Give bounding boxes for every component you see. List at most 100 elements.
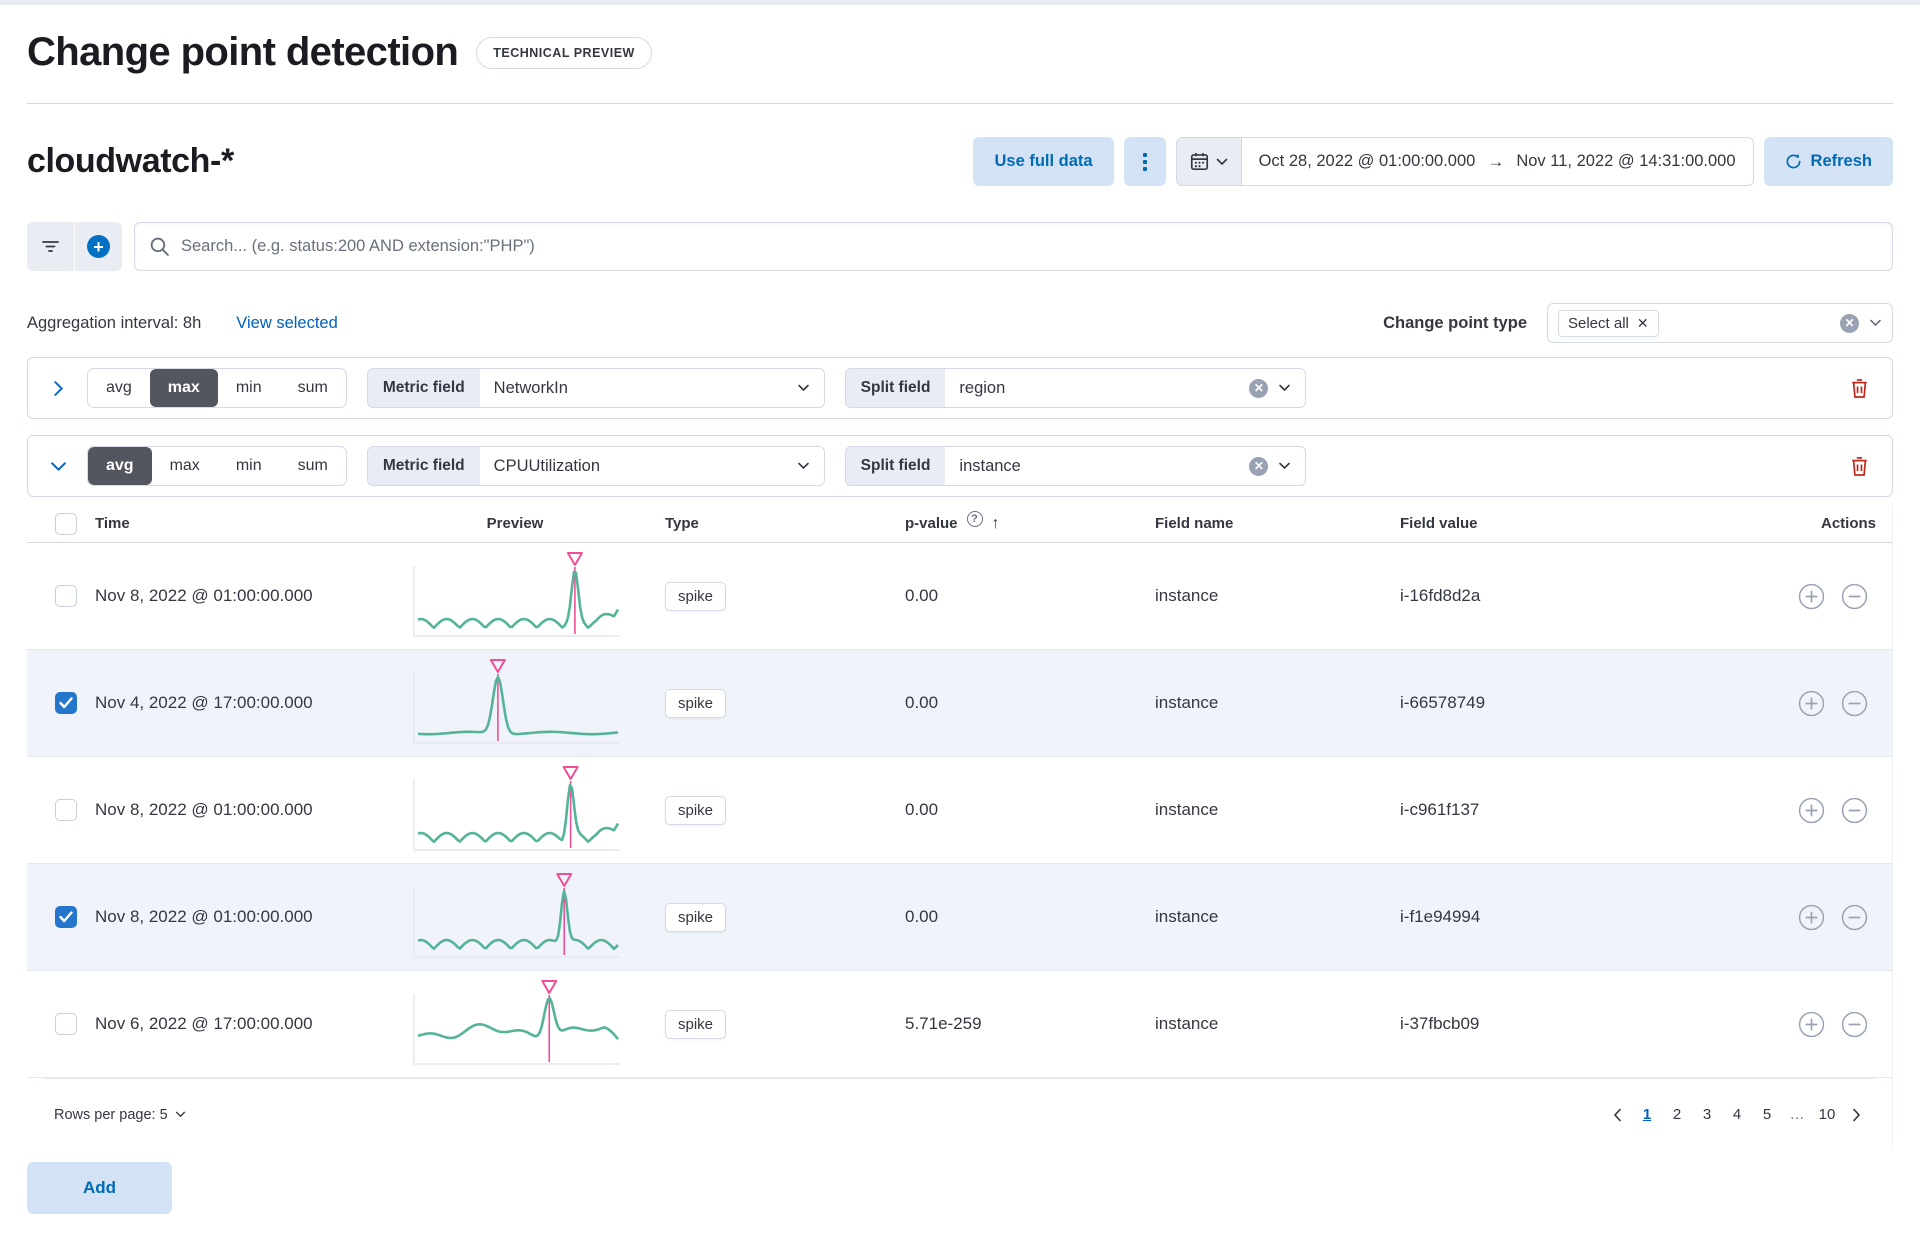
filter-out-value-button[interactable] [1841,690,1868,717]
search-input[interactable] [134,222,1893,271]
function-option-max[interactable]: max [149,369,218,407]
filter-for-value-button[interactable] [1798,1011,1825,1038]
page-button-1[interactable]: 1 [1632,1100,1662,1130]
add-metric-button[interactable]: Add [27,1162,172,1214]
row-checkbox[interactable] [55,799,77,821]
page-button-4[interactable]: 4 [1722,1100,1752,1130]
minus-in-circle-icon [1841,797,1868,823]
row-checkbox[interactable] [55,906,77,928]
minus-in-circle-icon [1841,583,1868,609]
column-header-field-value: Field value [1400,515,1478,532]
row-time: Nov 8, 2022 @ 01:00:00.000 [95,800,313,819]
change-point-marker-icon [566,551,583,566]
plus-in-circle-icon [1798,1011,1825,1037]
time-controls: Use full data Oct 28, 2022 @ 01:00:00.00… [973,137,1893,186]
chevron-down-icon [797,462,809,470]
chevron-down-icon[interactable] [1869,319,1882,327]
function-option-max[interactable]: max [152,447,218,485]
split-field-select[interactable]: instance ✕ [945,447,1305,485]
table-row: Nov 4, 2022 @ 17:00:00.000 spike 0.00 in… [27,650,1892,757]
split-field-control: Split field region ✕ [844,368,1307,408]
function-option-avg[interactable]: avg [88,447,152,485]
filter-for-value-button[interactable] [1798,797,1825,824]
plus-in-circle-icon [1798,583,1825,609]
chevron-down-icon [51,461,66,471]
column-header-p-value[interactable]: p-value? ↑ [905,510,1155,533]
row-field-name: instance [1155,800,1219,819]
add-filter-button[interactable]: + [75,222,122,271]
chevron-down-icon [1216,158,1227,165]
refresh-button[interactable]: Refresh [1763,137,1893,186]
filter-out-value-button[interactable] [1841,904,1868,931]
row-checkbox[interactable] [55,1013,77,1035]
filter-for-value-button[interactable] [1798,904,1825,931]
page-title: Change point detection [27,30,459,74]
filter-out-value-button[interactable] [1841,583,1868,610]
page-button-5[interactable]: 5 [1752,1100,1782,1130]
date-range-picker: Oct 28, 2022 @ 01:00:00.000 → Nov 11, 20… [1175,137,1754,186]
row-checkbox[interactable] [55,692,77,714]
chevron-right-icon [54,380,63,396]
page-button-2[interactable]: 2 [1662,1100,1692,1130]
minus-in-circle-icon [1841,1011,1868,1037]
column-header-time[interactable]: Time [95,515,365,532]
delete-panel-button[interactable] [1849,378,1870,399]
row-p-value: 0.00 [905,800,939,819]
metric-field-select[interactable]: NetworkIn [480,369,824,407]
change-point-marker-icon [541,979,558,994]
chevron-down-icon [797,384,809,392]
clear-split-field-icon[interactable]: ✕ [1249,378,1269,398]
filter-out-value-button[interactable] [1841,1011,1868,1038]
expand-panel-button[interactable] [50,380,67,397]
help-icon[interactable]: ? [966,510,983,527]
sampling-options-button[interactable] [1123,137,1166,186]
use-full-data-button[interactable]: Use full data [973,137,1114,186]
table-row: Nov 6, 2022 @ 17:00:00.000 spike 5.71e-2… [27,971,1892,1078]
clear-split-field-icon[interactable]: ✕ [1249,456,1269,476]
row-field-value: i-c961f137 [1400,800,1480,819]
table-row: Nov 8, 2022 @ 01:00:00.000 spike 0.00 in… [27,757,1892,864]
function-option-min[interactable]: min [218,447,280,485]
filter-for-value-button[interactable] [1798,690,1825,717]
delete-panel-button[interactable] [1849,456,1870,477]
function-option-avg[interactable]: avg [88,369,150,407]
check-icon [59,697,73,709]
column-header-preview: Preview [486,515,544,532]
view-selected-link[interactable]: View selected [236,314,338,333]
row-checkbox[interactable] [55,585,77,607]
row-preview-sparkline [408,550,622,643]
table-header-row: Time Preview Type p-value? ↑ Field name F… [27,505,1892,543]
remove-pill-icon[interactable]: ✕ [1637,315,1649,332]
function-option-sum[interactable]: sum [280,447,346,485]
function-option-min[interactable]: min [218,369,280,407]
chevron-down-icon [1279,384,1291,392]
previous-page-button[interactable] [1609,1108,1626,1122]
row-p-value: 5.71e-259 [905,1014,982,1033]
page-button-10[interactable]: 10 [1812,1100,1842,1130]
change-points-table: Time Preview Type p-value? ↑ Field name F… [27,505,1893,1150]
clear-selection-icon[interactable]: ✕ [1840,313,1859,333]
selected-type-pill[interactable]: Select all ✕ [1558,309,1659,337]
collapse-panel-button[interactable] [50,458,67,475]
date-end[interactable]: Nov 11, 2022 @ 14:31:00.000 [1516,152,1735,171]
sparkline-chart [413,658,620,744]
rows-per-page-button[interactable]: Rows per page: 5 [54,1107,186,1123]
metric-field-select[interactable]: CPUUtilization [480,447,824,485]
row-time: Nov 8, 2022 @ 01:00:00.000 [95,907,313,926]
split-field-label: Split field [845,447,946,485]
page-button-3[interactable]: 3 [1692,1100,1722,1130]
select-all-checkbox[interactable] [55,512,77,535]
next-page-button[interactable] [1848,1108,1865,1122]
filter-for-value-button[interactable] [1798,583,1825,610]
change-point-marker-icon [556,872,573,887]
quick-select-button[interactable] [1176,138,1242,185]
change-point-type-combobox[interactable]: Select all ✕ ✕ [1547,303,1893,343]
row-preview-sparkline [408,978,622,1071]
function-option-sum[interactable]: sum [280,369,346,407]
filters-button[interactable] [27,222,74,271]
split-field-select[interactable]: region ✕ [945,369,1305,407]
date-start[interactable]: Oct 28, 2022 @ 01:00:00.000 [1259,152,1476,171]
change-point-type-badge: spike [665,581,727,611]
filter-out-value-button[interactable] [1841,797,1868,824]
sparkline-chart [413,872,620,958]
